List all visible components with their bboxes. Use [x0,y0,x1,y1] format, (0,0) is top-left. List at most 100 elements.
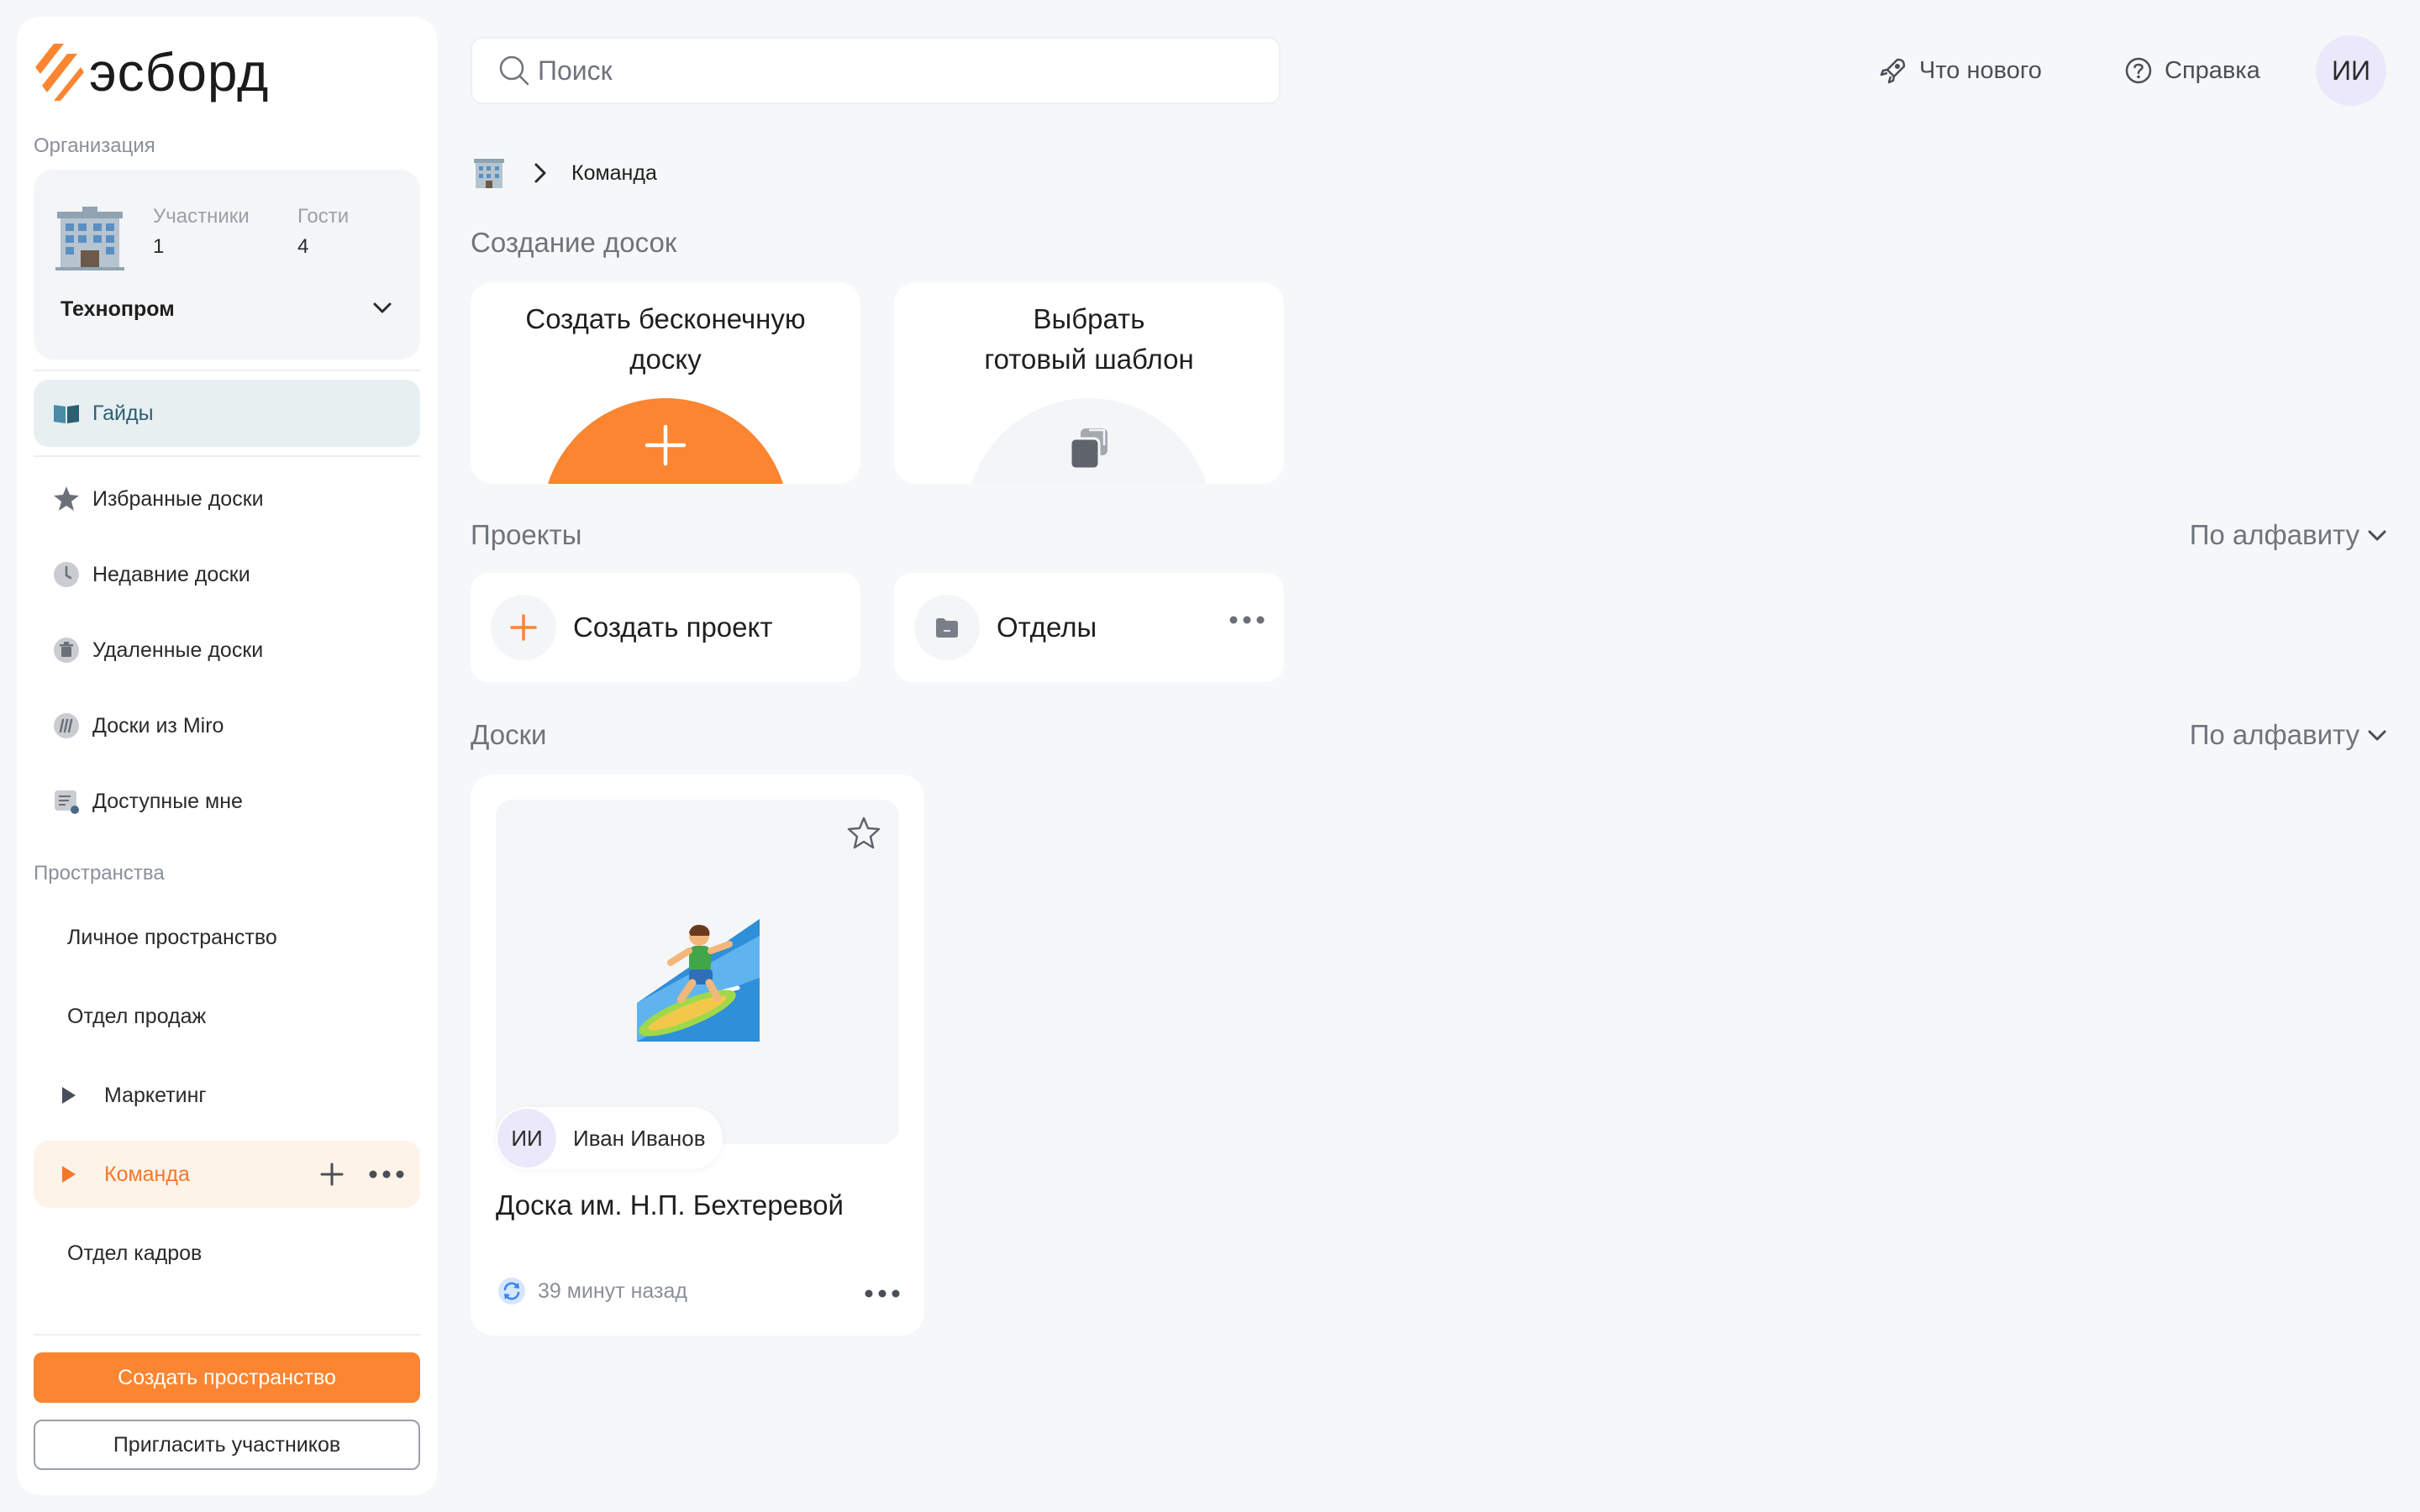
chevron-down-icon [2368,730,2386,741]
space-item-actions [319,1162,405,1187]
help-circle-icon [2125,57,2152,84]
sort-label: По алфавиту [2189,519,2360,550]
board-meta: 39 минут назад [497,1277,687,1305]
spaces-section-label: Пространства [34,862,165,885]
boards-heading: Доски [471,719,547,750]
create-board-dome [542,398,789,484]
members-label: Участники [153,205,250,228]
sidebar-item-miro[interactable]: Доски из Miro [34,692,420,759]
more-dots-icon[interactable] [864,1289,901,1299]
members-count: 1 [153,235,165,258]
projects-sort-dropdown[interactable]: По алфавиту [2190,519,2390,551]
sidebar: эсборд Организация Участники 1 Гости 4 Т… [17,17,437,1495]
space-item-personal[interactable]: Личное пространство [34,904,420,971]
sidebar-item-label: Гайды [92,401,154,425]
owner-avatar: ИИ [497,1109,556,1168]
sidebar-item-label: Доступные мне [92,789,243,813]
sidebar-item-favorites[interactable]: Избранные доски [34,465,420,533]
folder-icon [936,618,958,638]
help-label: Справка [2165,56,2260,84]
invite-members-button[interactable]: Пригласить участников [34,1420,420,1470]
breadcrumb-current: Команда [571,160,657,185]
chevron-right-icon [534,163,546,183]
create-infinite-board-card[interactable]: Создать бесконечную доску [471,282,860,484]
star-badge-icon [52,485,81,513]
sidebar-item-deleted[interactable]: Удаленные доски [34,617,420,684]
whats-new-label: Что нового [1919,56,2042,84]
sidebar-item-shared[interactable]: Доступные мне [34,768,420,835]
plus-icon[interactable] [319,1162,345,1187]
space-item-marketing[interactable]: Маркетинг [34,1062,420,1129]
clock-icon [52,560,81,589]
expand-triangle-icon[interactable] [57,1084,79,1106]
project-icon-circle [914,595,980,660]
create-card-title: Выбрать готовый шаблон [984,303,1194,375]
sort-label: По алфавиту [2189,719,2360,750]
rocket-icon [1880,58,1906,84]
trash-icon [52,636,81,664]
space-item-label: Отдел продаж [67,1004,207,1028]
open-book-icon [52,399,81,428]
expand-triangle-icon[interactable] [57,1163,79,1185]
help-link[interactable]: Справка [2124,50,2260,91]
brand-logo[interactable]: эсборд [35,42,269,102]
guests-label: Гости [297,205,350,228]
create-card-title: Создать бесконечную доску [525,303,806,375]
brand-logo-icon [35,44,84,101]
sidebar-divider [34,370,420,371]
boards-sort-dropdown[interactable]: По алфавиту [2190,719,2390,751]
guests-count: 4 [297,235,309,258]
sidebar-item-label: Недавние доски [92,562,250,586]
sidebar-item-label: Удаленные доски [92,638,264,662]
org-section-label: Организация [34,134,155,157]
sidebar-item-guides[interactable]: Гайды [34,380,420,447]
space-item-label: Команда [104,1162,190,1186]
project-card-departments[interactable]: Отделы [894,573,1284,682]
board-card[interactable]: ИИ Иван Иванов Доска им. Н.П. Бехтеревой… [471,774,924,1336]
sidebar-item-label: Избранные доски [92,486,264,511]
breadcrumb: Команда [472,156,657,190]
create-project-label: Создать проект [573,612,773,643]
space-item-hr[interactable]: Отдел кадров [34,1220,420,1287]
space-item-label: Маркетинг [104,1083,207,1107]
sync-icon [498,1278,525,1305]
brand-name: эсборд [89,42,270,102]
search-icon [499,55,529,86]
chevron-down-icon [2368,530,2386,541]
sidebar-divider [34,1334,420,1336]
create-project-icon-circle [491,595,556,660]
project-name: Отделы [997,612,1097,643]
user-avatar[interactable]: ИИ [2316,35,2386,106]
create-boards-heading: Создание досок [471,227,677,258]
search-box[interactable] [471,37,1281,104]
miro-icon [52,711,81,740]
create-project-card[interactable]: Создать проект [471,573,860,682]
office-building-icon [55,207,124,270]
space-item-sales[interactable]: Отдел продаж [34,983,420,1050]
search-input[interactable] [538,55,1210,87]
board-thumbnail[interactable] [496,800,899,1144]
more-dots-icon[interactable] [368,1169,405,1179]
surfer-emoji-icon [637,919,760,1042]
create-space-button[interactable]: Создать пространство [34,1352,420,1403]
board-owner: ИИ Иван Иванов [496,1107,723,1169]
space-item-label: Личное пространство [67,925,277,949]
star-outline-icon[interactable] [845,815,882,852]
chevron-down-icon[interactable] [370,296,395,321]
space-item-team[interactable]: Команда [34,1141,420,1208]
sidebar-item-label: Доски из Miro [92,713,224,738]
org-card[interactable]: Участники 1 Гости 4 Технопром [34,170,420,360]
owner-name: Иван Иванов [573,1125,706,1151]
org-name: Технопром [60,297,175,321]
template-dome [965,398,1213,484]
office-building-icon[interactable] [472,156,506,190]
sidebar-divider [34,455,420,457]
space-item-label: Отдел кадров [67,1241,203,1265]
shared-doc-icon [52,787,81,816]
plus-icon [644,424,687,466]
more-dots-icon[interactable] [1228,615,1265,625]
choose-template-card[interactable]: Выбрать готовый шаблон [894,282,1284,484]
whats-new-link[interactable]: Что нового [1879,50,2042,91]
sidebar-item-recent[interactable]: Недавние доски [34,541,420,608]
board-title: Доска им. Н.П. Бехтеревой [496,1189,844,1221]
